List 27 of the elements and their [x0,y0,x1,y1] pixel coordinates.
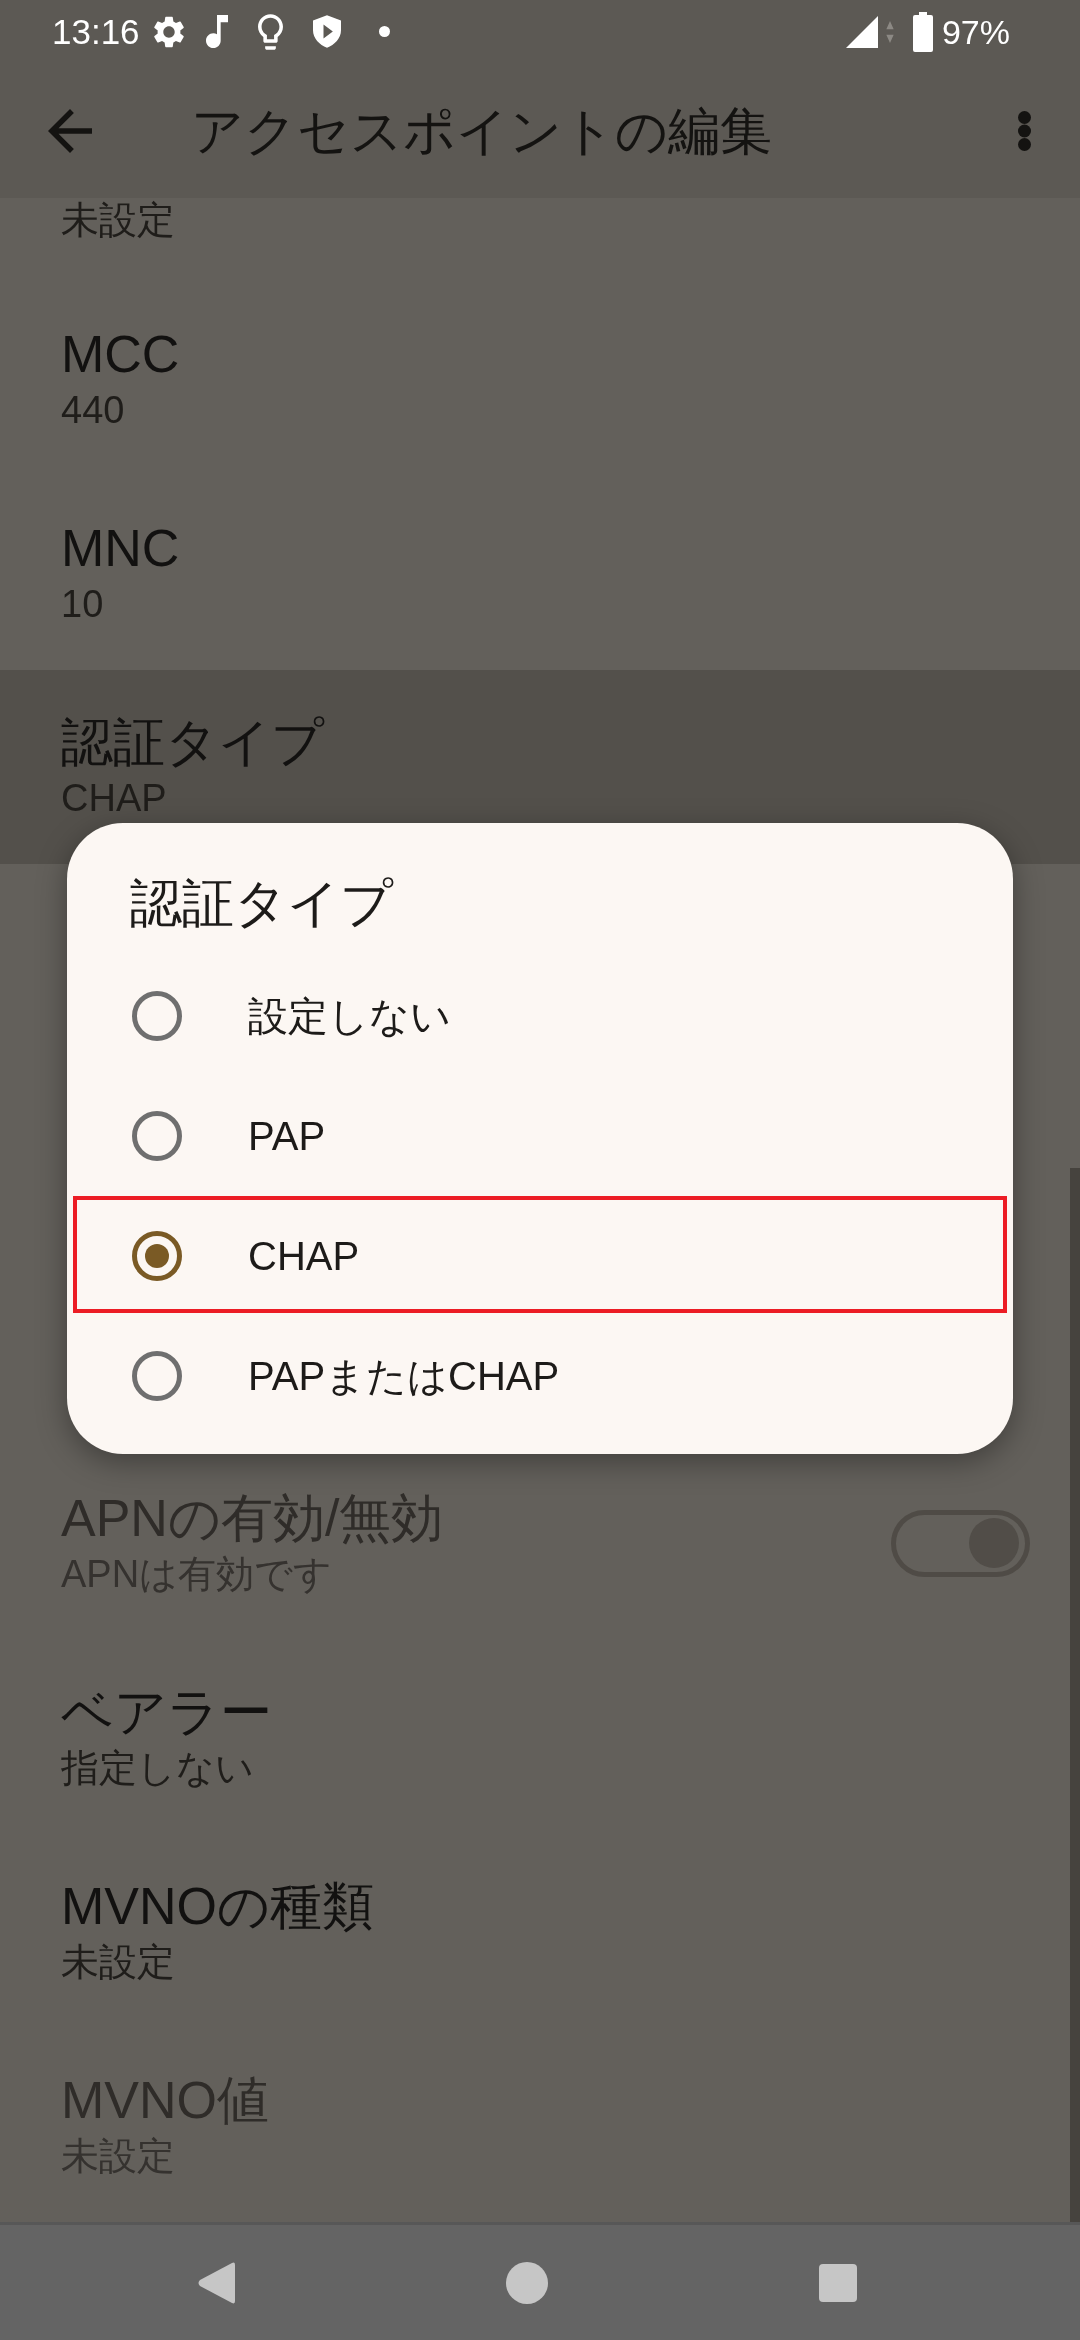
settings-row[interactable]: MCC 440 [0,282,1080,476]
battery-icon [912,11,933,52]
lightbulb-icon [257,13,283,50]
settings-row[interactable]: 未設定 [0,198,1080,282]
home-icon[interactable] [506,2261,548,2304]
screen-title: アクセスポイントの編集 [191,100,772,162]
dot-icon [378,26,390,37]
signal-icon [845,15,878,48]
settings-row[interactable]: MVNOの種類 未設定 [0,1834,1070,2028]
clock-time: 13:16 [52,11,140,52]
data-arrows-icon [885,20,894,43]
recent-apps-icon[interactable] [819,2263,857,2302]
back-arrow-icon [48,108,92,153]
settings-row[interactable]: ベアラー 指定しない [0,1640,1070,1834]
back-button[interactable] [48,108,92,153]
more-button[interactable] [1018,110,1031,151]
settings-row[interactable]: MNC 10 [0,476,1080,670]
radio-option[interactable]: PAPまたはCHAP [73,1316,1007,1436]
radio-option[interactable]: 設定しない [73,956,1007,1076]
radio-option[interactable]: CHAP [73,1196,1007,1316]
shield-play-icon [312,15,341,48]
music-note-icon [205,15,228,48]
back-icon[interactable] [197,2260,235,2305]
dialog-title: 認証タイプ [130,873,393,933]
battery-percent: 97% [941,11,1010,52]
radio-option[interactable]: PAP [73,1076,1007,1196]
more-icon [1018,110,1031,151]
